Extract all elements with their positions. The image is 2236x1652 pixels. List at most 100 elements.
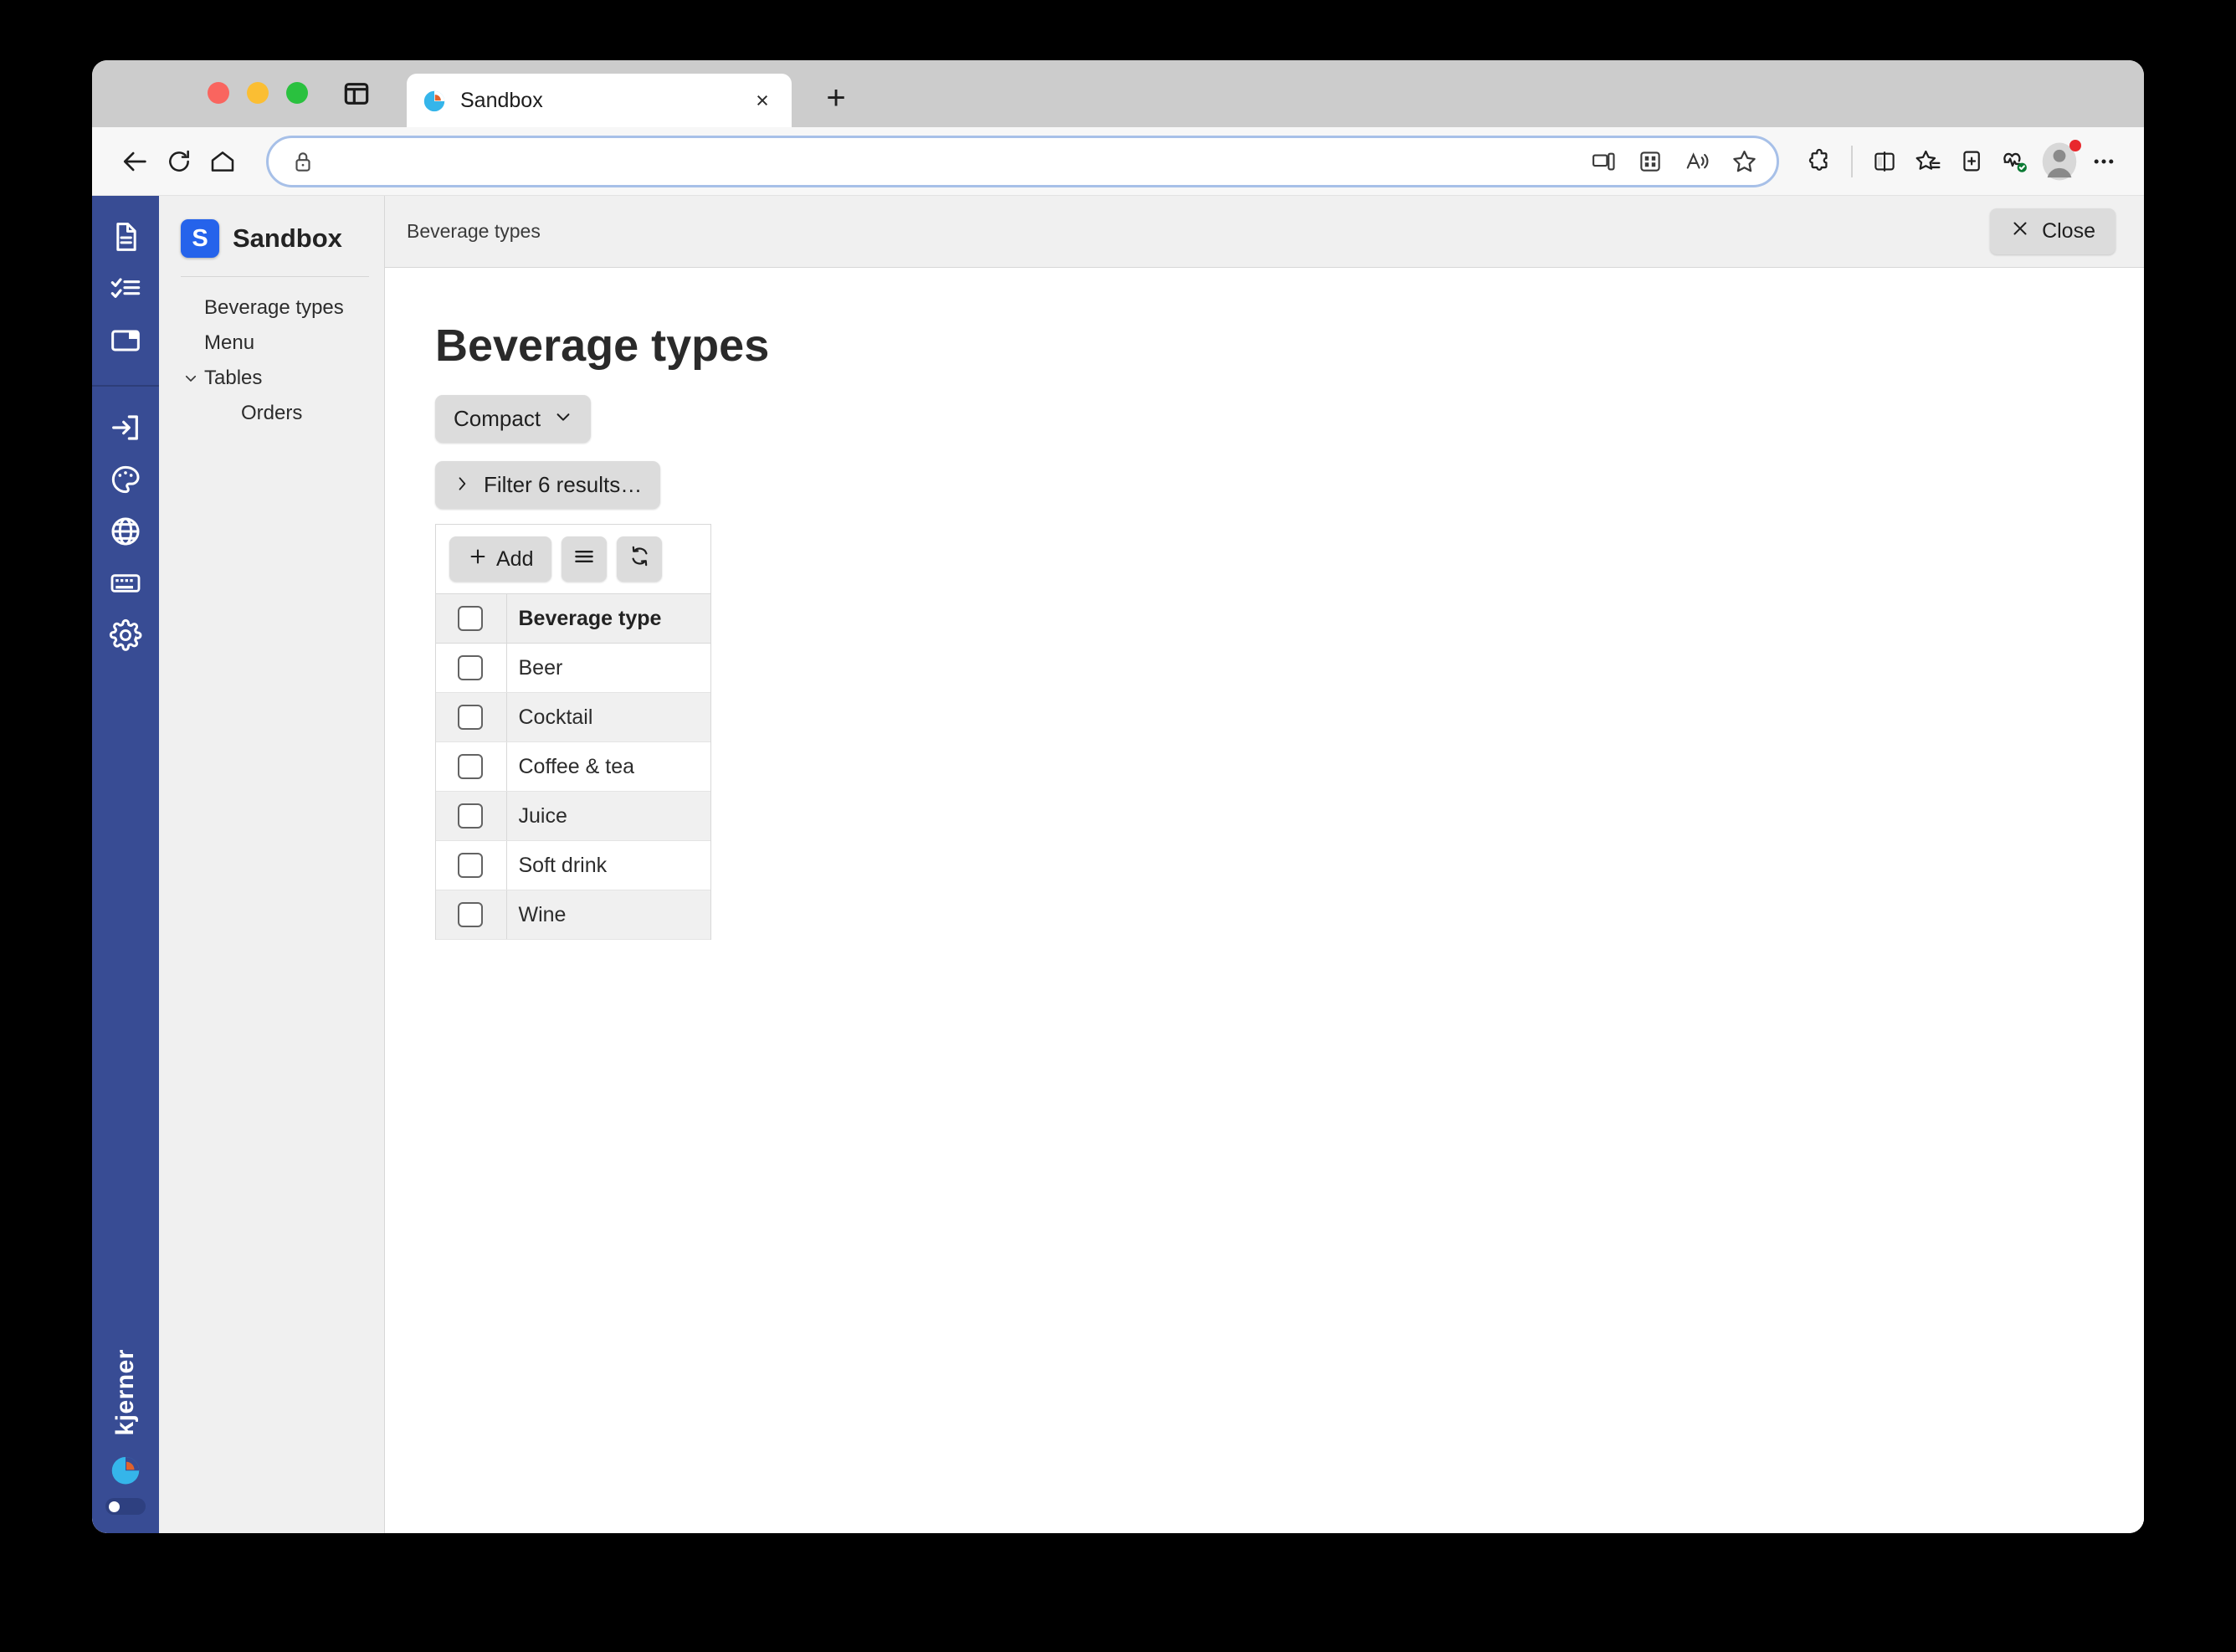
browser-essentials-icon[interactable] (1993, 140, 2037, 183)
browser-window: Sandbox × + kjerner S Sandbox Beverage t… (92, 60, 2144, 1533)
reload-icon[interactable] (157, 140, 201, 183)
cast-to-device-icon[interactable] (1582, 141, 1624, 182)
chevron-down-icon (554, 406, 572, 432)
gear-icon[interactable] (106, 616, 145, 654)
rail-branding: kjerner (92, 1349, 159, 1515)
keyboard-icon[interactable] (106, 564, 145, 603)
add-button-label: Add (496, 546, 534, 571)
table-row[interactable]: Wine (436, 890, 710, 940)
new-tab-button[interactable]: + (818, 80, 854, 116)
browser-tab-sandbox[interactable]: Sandbox × (407, 74, 792, 127)
lock-icon (290, 149, 315, 174)
add-button[interactable]: Add (449, 536, 552, 582)
folder-icon[interactable] (106, 321, 145, 360)
favorites-icon[interactable] (1906, 140, 1950, 183)
checklist-icon[interactable] (106, 269, 145, 308)
brand-name-vertical: kjerner (111, 1349, 139, 1436)
row-checkbox[interactable] (458, 655, 483, 680)
row-checkbox[interactable] (458, 853, 483, 878)
profile-notification-badge (2069, 139, 2081, 151)
row-checkbox[interactable] (458, 803, 483, 829)
cell-beverage-type: Coffee & tea (506, 741, 710, 792)
split-screen-apps-icon[interactable] (1629, 141, 1671, 182)
plus-icon (468, 546, 488, 572)
refresh-icon (628, 545, 651, 573)
chevron-right-icon (454, 472, 470, 498)
sidebar-toggle-icon[interactable] (343, 80, 370, 107)
close-button[interactable]: Close (1990, 208, 2115, 254)
nav-list: Beverage types Menu Tables Orders (159, 290, 384, 431)
window-minimize-button[interactable] (247, 82, 269, 104)
window-maximize-button[interactable] (286, 82, 308, 104)
extensions-icon[interactable] (1798, 140, 1841, 183)
close-x-icon (2010, 218, 2030, 244)
palette-icon[interactable] (106, 460, 145, 499)
back-arrow-icon[interactable] (114, 140, 157, 183)
select-all-checkbox[interactable] (458, 606, 483, 631)
sidebar-item-tables[interactable]: Tables (159, 361, 384, 396)
table-head: Beverage type (436, 593, 710, 644)
filter-label: Filter 6 results… (484, 472, 643, 497)
tab-close-icon[interactable]: × (748, 86, 777, 115)
document-icon[interactable] (106, 218, 145, 256)
cell-beverage-type: Juice (506, 791, 710, 841)
home-icon[interactable] (201, 140, 244, 183)
table-row[interactable]: Coffee & tea (436, 741, 710, 792)
row-select-cell (436, 840, 507, 890)
content-area: Beverage types Compact Filter 6 results…… (385, 268, 2144, 1533)
table-row[interactable]: Beer (436, 643, 710, 693)
filter-toggle-button[interactable]: Filter 6 results… (435, 461, 661, 509)
add-favorite-icon[interactable] (1723, 141, 1765, 182)
table-menu-button[interactable] (562, 536, 608, 582)
cell-beverage-type: Beer (506, 643, 710, 693)
app-logo-badge: S (181, 219, 219, 258)
more-options-icon[interactable] (2082, 140, 2126, 183)
table-row[interactable]: Soft drink (436, 840, 710, 890)
pie-chart-favicon (422, 88, 447, 113)
app-brand: S Sandbox (159, 219, 384, 258)
table-header-row: Beverage type (436, 593, 710, 644)
row-select-cell (436, 791, 507, 841)
sidebar-item-menu[interactable]: Menu (159, 326, 384, 361)
sidebar-item-orders[interactable]: Orders (159, 396, 384, 431)
omnibox-actions (1582, 141, 1765, 182)
rail-divider (92, 385, 159, 387)
address-bar[interactable] (266, 135, 1779, 187)
density-row: Compact (435, 395, 2144, 443)
sign-in-icon[interactable] (106, 408, 145, 447)
sidebar-item-beverage-types[interactable]: Beverage types (159, 290, 384, 326)
column-header-beverage-type[interactable]: Beverage type (506, 593, 710, 644)
nav-item-label: Menu (204, 331, 255, 354)
row-select-cell (436, 741, 507, 792)
cell-beverage-type: Cocktail (506, 692, 710, 742)
density-dropdown[interactable]: Compact (435, 395, 592, 443)
browser-toolbar (92, 127, 2144, 196)
cell-beverage-type: Wine (506, 890, 710, 940)
globe-icon[interactable] (106, 512, 145, 551)
close-button-label: Close (2042, 219, 2095, 243)
row-select-cell (436, 890, 507, 940)
chevron-down-icon[interactable] (182, 370, 199, 387)
table-body: Beer Cocktail Coffee & tea Juice Soft dr… (436, 643, 710, 940)
main-region: Beverage types Close Beverage types Comp… (385, 196, 2144, 1533)
nav-item-label: Orders (241, 402, 303, 424)
profile-avatar-icon[interactable] (2037, 139, 2082, 184)
collections-icon[interactable] (1950, 140, 1993, 183)
row-checkbox[interactable] (458, 754, 483, 779)
rail-collapse-toggle[interactable] (105, 1498, 146, 1515)
nav-divider (181, 276, 369, 277)
breadcrumb-bar: Beverage types Close (385, 196, 2144, 268)
select-all-header (436, 593, 507, 644)
table-toolbar: Add (436, 525, 710, 593)
row-checkbox[interactable] (458, 705, 483, 730)
table-row[interactable]: Juice (436, 791, 710, 841)
read-aloud-icon[interactable] (1676, 141, 1718, 182)
window-close-button[interactable] (208, 82, 229, 104)
split-screen-icon[interactable] (1863, 140, 1906, 183)
refresh-button[interactable] (617, 536, 663, 582)
cell-beverage-type: Soft drink (506, 840, 710, 890)
nav-item-label: Tables (204, 367, 263, 389)
row-checkbox[interactable] (458, 902, 483, 927)
table-row[interactable]: Cocktail (436, 692, 710, 742)
nav-item-label: Beverage types (204, 296, 344, 319)
